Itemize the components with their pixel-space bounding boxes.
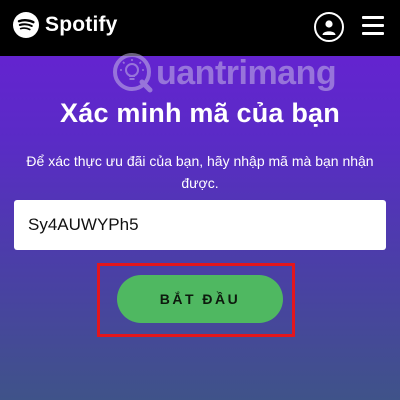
user-profile-icon: [322, 20, 336, 35]
instruction-text: Để xác thực ưu đãi của bạn, hãy nhập mã …: [26, 153, 374, 191]
hamburger-menu-icon[interactable]: [362, 16, 384, 36]
spotify-logo-icon: [13, 12, 39, 38]
top-bar: Spotify: [0, 0, 400, 56]
start-button[interactable]: BẮT ĐẦU: [117, 275, 283, 323]
watermark: uantrimang: [112, 52, 337, 94]
brand-name: Spotify: [45, 13, 118, 36]
code-input[interactable]: [14, 200, 386, 250]
watermark-text: uantrimang: [156, 53, 337, 92]
page-title: Xác minh mã của bạn: [60, 98, 340, 128]
spotify-logo[interactable]: Spotify: [13, 12, 118, 38]
lightbulb-q-icon: [113, 53, 153, 93]
profile-button[interactable]: [314, 12, 344, 42]
